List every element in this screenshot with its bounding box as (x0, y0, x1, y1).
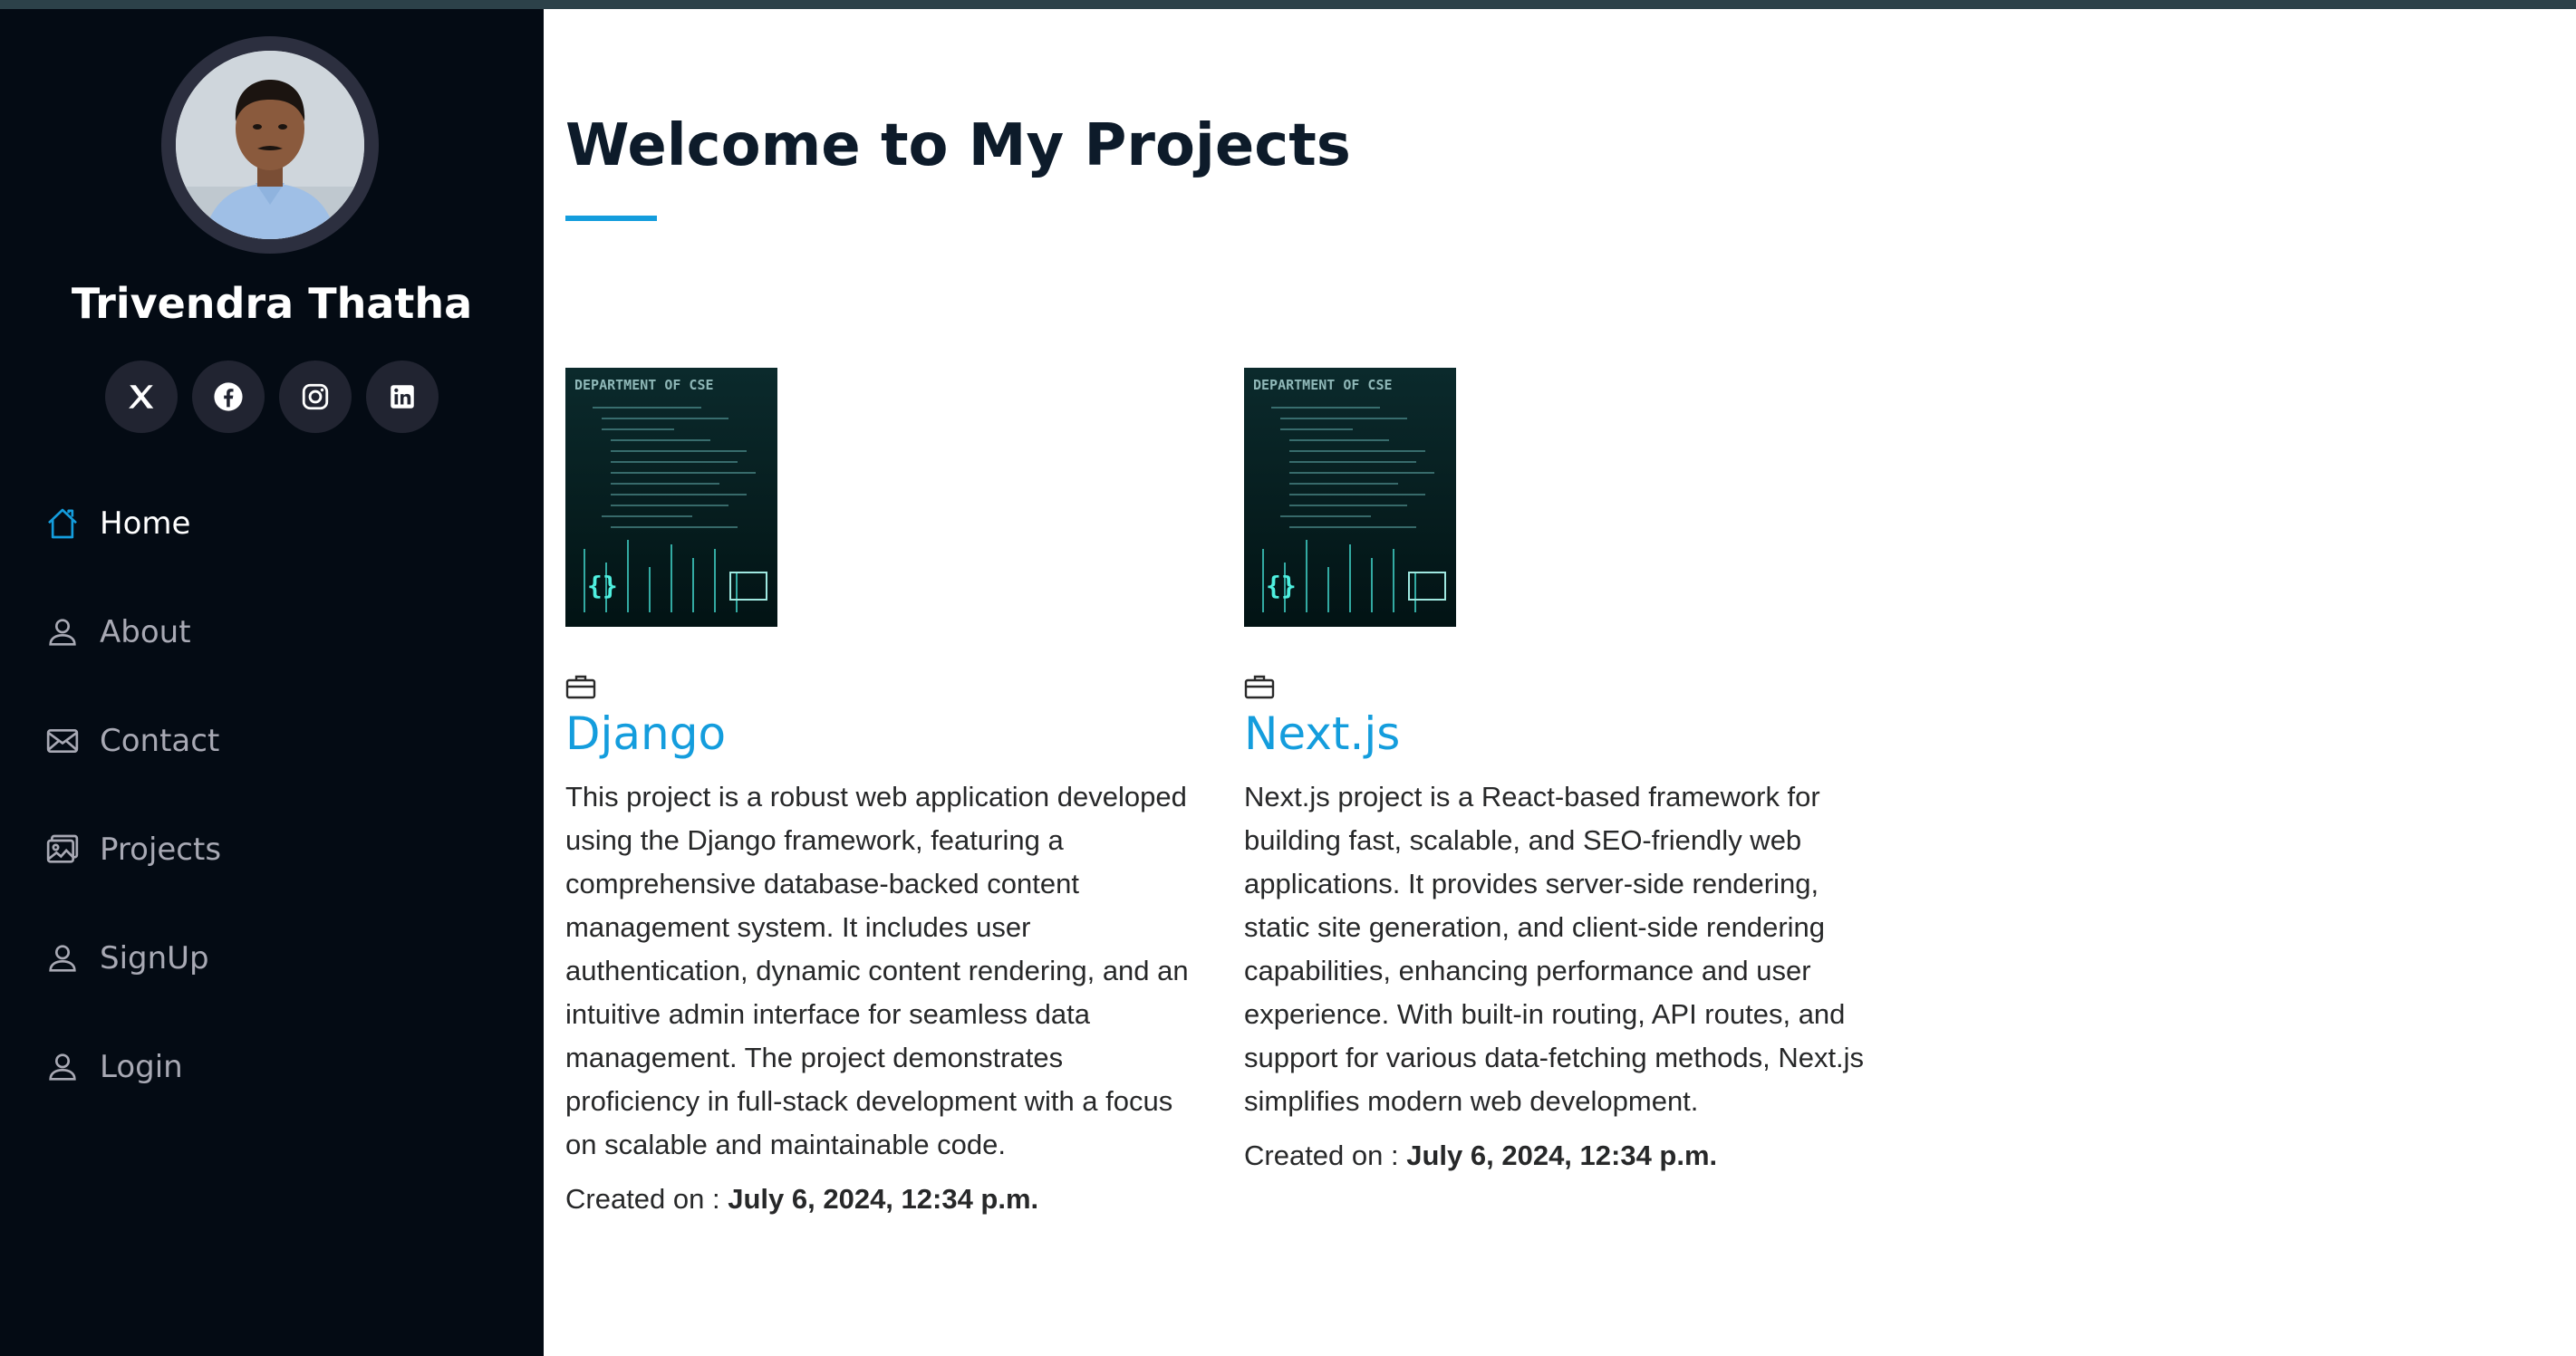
nav-item-contact[interactable]: Contact (43, 714, 219, 768)
project-created: Created on : July 6, 2024, 12:34 p.m. (565, 1183, 1200, 1216)
project-card-nextjs: DEPARTMENT OF CSE {} Next.js Next.js pro… (1244, 368, 1878, 1172)
x-twitter-link[interactable] (105, 361, 178, 433)
project-title[interactable]: Next.js (1244, 705, 1878, 763)
nav-label-contact: Contact (100, 723, 220, 759)
nav-item-home[interactable]: Home (43, 496, 190, 551)
nav-label-about: About (100, 614, 191, 650)
nav-item-projects[interactable]: Projects (43, 822, 221, 877)
project-title[interactable]: Django (565, 705, 1200, 763)
person-icon (43, 1048, 82, 1086)
facebook-icon (214, 382, 243, 411)
title-underline (565, 216, 657, 221)
briefcase-icon (1244, 674, 1275, 699)
nav-label-signup: SignUp (100, 940, 209, 976)
thumb-caption: DEPARTMENT OF CSE (574, 377, 714, 393)
avatar (176, 51, 364, 239)
svg-text:{}: {} (587, 571, 618, 601)
nav-label-login: Login (100, 1049, 183, 1085)
project-thumbnail[interactable]: DEPARTMENT OF CSE {} (565, 368, 777, 627)
x-twitter-icon (129, 385, 154, 409)
person-icon (43, 939, 82, 977)
page-title: Welcome to My Projects (565, 112, 1351, 179)
instagram-link[interactable] (279, 361, 352, 433)
top-strip (0, 0, 2576, 9)
created-date: July 6, 2024, 12:34 p.m. (728, 1183, 1039, 1215)
project-description: Next.js project is a React-based framewo… (1244, 781, 1865, 1117)
linkedin-icon (391, 385, 414, 409)
linkedin-link[interactable] (366, 361, 439, 433)
person-icon (43, 613, 82, 651)
project-description: This project is a robust web application… (565, 781, 1189, 1160)
facebook-link[interactable] (192, 361, 265, 433)
thumb-caption: DEPARTMENT OF CSE (1253, 377, 1393, 393)
profile-name: Trivendra Thatha (71, 279, 473, 328)
project-card-django: DEPARTMENT OF CSE {} Django This project… (565, 368, 1200, 1216)
envelope-icon (43, 722, 82, 760)
nav-item-about[interactable]: About (43, 605, 191, 659)
nav-item-login[interactable]: Login (43, 1040, 183, 1094)
created-label: Created on : (1244, 1140, 1399, 1171)
images-icon (43, 831, 82, 869)
nav-label-projects: Projects (100, 832, 222, 868)
instagram-icon (302, 383, 329, 410)
created-label: Created on : (565, 1183, 720, 1215)
avatar-ring (161, 36, 379, 254)
house-icon (43, 505, 82, 543)
created-date: July 6, 2024, 12:34 p.m. (1406, 1140, 1718, 1171)
project-created: Created on : July 6, 2024, 12:34 p.m. (1244, 1140, 1878, 1172)
nav-label-home: Home (100, 505, 191, 542)
sidebar: Trivendra Thatha Home About Contact Proj… (0, 9, 544, 1356)
nav-item-signup[interactable]: SignUp (43, 931, 209, 986)
briefcase-icon (565, 674, 596, 699)
svg-text:{}: {} (1266, 571, 1297, 601)
project-thumbnail[interactable]: DEPARTMENT OF CSE {} (1244, 368, 1456, 627)
